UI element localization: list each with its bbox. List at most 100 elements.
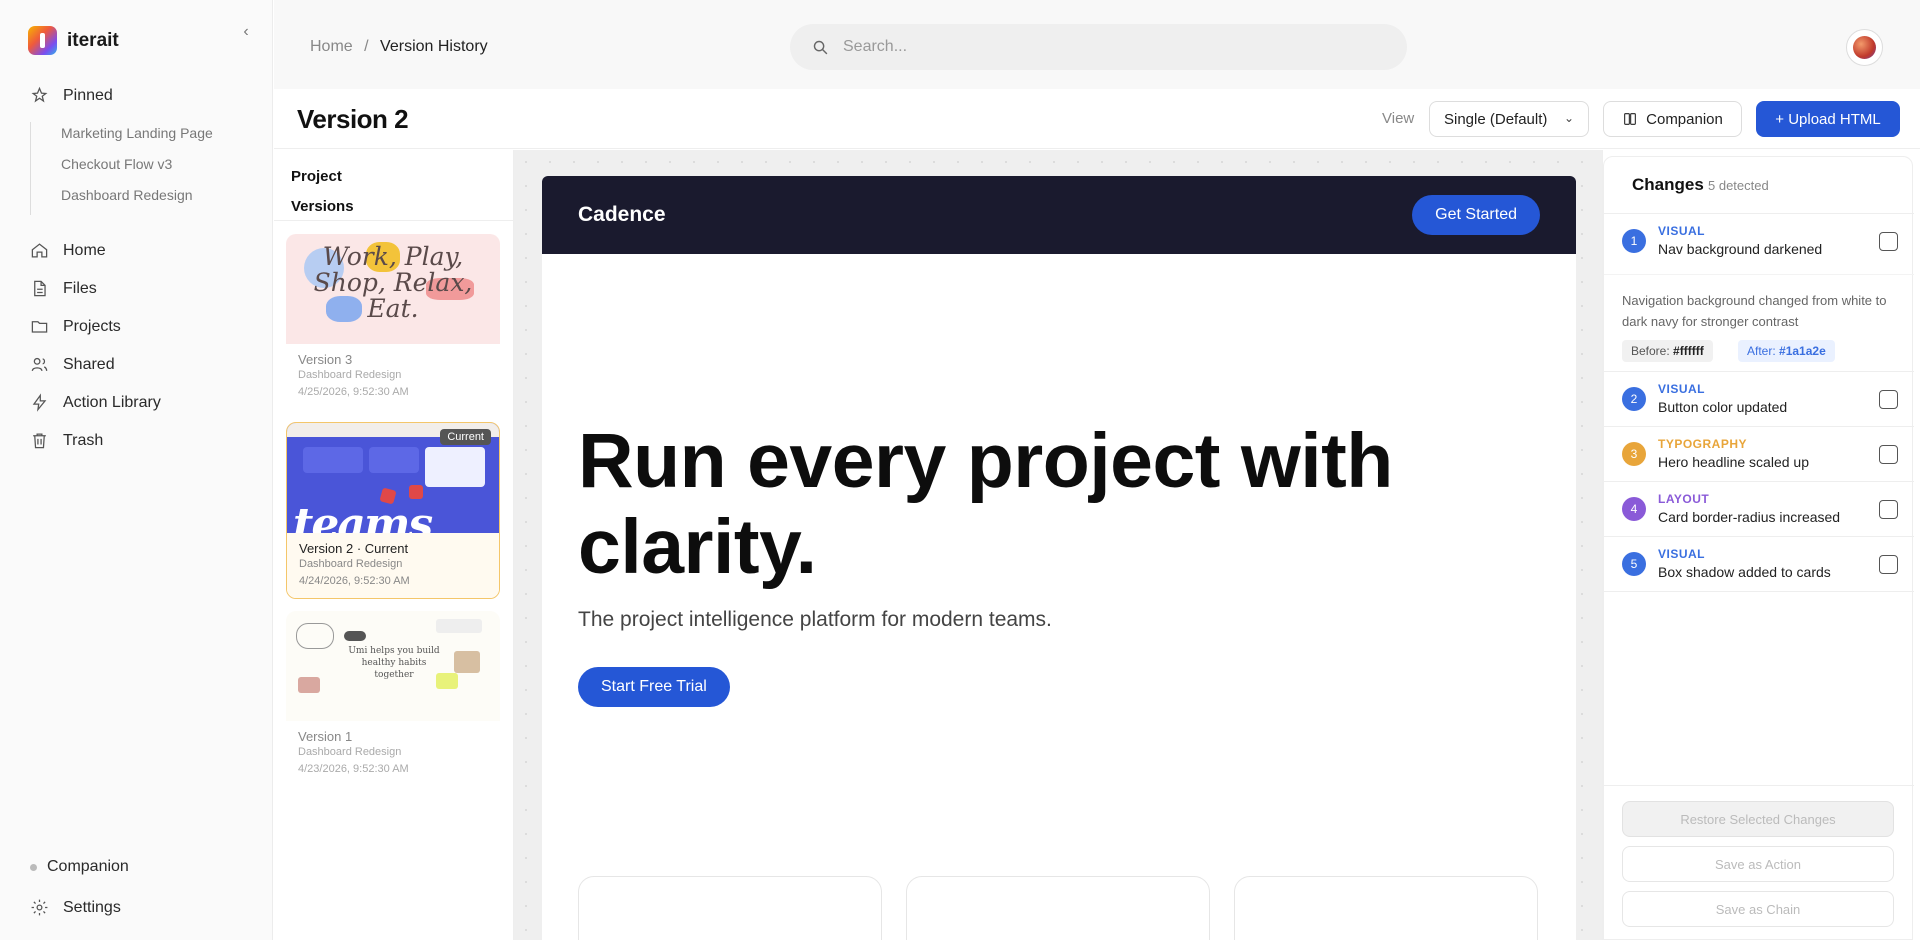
companion-button[interactable]: Companion bbox=[1603, 101, 1742, 137]
change-item[interactable]: 4 LAYOUT Card border-radius increased bbox=[1604, 482, 1914, 536]
breadcrumb-home[interactable]: Home bbox=[310, 38, 353, 55]
trash-icon bbox=[33, 433, 46, 449]
change-item[interactable]: 5 VISUAL Box shadow added to cards bbox=[1604, 537, 1914, 591]
app-name: iterait bbox=[67, 29, 119, 51]
version-date: 4/24/2026, 9:52:30 AM bbox=[299, 575, 410, 587]
change-checkbox[interactable] bbox=[1879, 500, 1898, 519]
restore-selected-button[interactable]: Restore Selected Changes bbox=[1622, 801, 1894, 837]
versions-panel: Project Versions Work, Play, Shop, Relax… bbox=[274, 150, 514, 940]
lightning-icon bbox=[32, 393, 47, 412]
divider bbox=[1604, 785, 1914, 786]
version-date: 4/23/2026, 9:52:30 AM bbox=[298, 763, 409, 775]
current-badge: Current bbox=[440, 429, 491, 445]
pinned-item[interactable]: Dashboard Redesign bbox=[61, 184, 213, 215]
sidebar-item-shared[interactable]: Shared bbox=[30, 355, 115, 374]
versions-heading: Project Versions bbox=[291, 162, 354, 222]
change-category: VISUAL bbox=[1658, 224, 1706, 238]
version-card-current[interactable]: teams Current Version 2 · Current Dashbo… bbox=[286, 422, 500, 599]
version-name: Version 3 bbox=[298, 352, 353, 367]
divider bbox=[274, 220, 514, 221]
sidebar-item-label: Action Library bbox=[63, 393, 161, 411]
sidebar-item-label: Settings bbox=[63, 898, 121, 916]
breadcrumb-current: Version History bbox=[380, 38, 488, 55]
upload-html-button[interactable]: + Upload HTML bbox=[1756, 101, 1900, 137]
view-mode-select[interactable]: Single (Default) ⌄ bbox=[1429, 101, 1589, 137]
status-dot-icon bbox=[30, 863, 37, 871]
sidebar-item-settings[interactable]: Settings bbox=[30, 898, 121, 917]
preview-card bbox=[1234, 876, 1538, 940]
sidebar-item-label: Files bbox=[63, 279, 97, 297]
version-name: Version 1 bbox=[298, 729, 353, 744]
version-thumbnail-text: Umi helps you build healthy habits toget… bbox=[348, 646, 440, 680]
change-item[interactable]: 2 VISUAL Button color updated bbox=[1604, 372, 1914, 426]
view-label: View bbox=[1382, 110, 1415, 127]
after-label: After: bbox=[1747, 344, 1776, 358]
change-checkbox[interactable] bbox=[1879, 390, 1898, 409]
change-checkbox[interactable] bbox=[1879, 232, 1898, 251]
before-value-tag: Before: #ffffff bbox=[1622, 340, 1713, 362]
before-value: #ffffff bbox=[1673, 344, 1704, 358]
sidebar: iterait ‹ Pinned Marketing Landing Page … bbox=[0, 0, 273, 940]
change-checkbox[interactable] bbox=[1879, 445, 1898, 464]
preview-headline: Run every project with clarity. bbox=[578, 418, 1393, 590]
users-icon bbox=[31, 357, 48, 372]
home-icon bbox=[31, 243, 48, 258]
preview-canvas: Cadence Get Started Run every project wi… bbox=[514, 150, 1602, 940]
version-card[interactable]: Work, Play, Shop, Relax, Eat. Version 3 … bbox=[286, 234, 500, 409]
title-row: Version 2 View Single (Default) ⌄ Compan… bbox=[274, 89, 1920, 149]
sidebar-item-label: Projects bbox=[63, 317, 121, 335]
search-input[interactable] bbox=[843, 38, 1363, 56]
top-bar: Home / Version History bbox=[274, 0, 1920, 89]
change-number: 1 bbox=[1622, 229, 1646, 253]
preview-card bbox=[906, 876, 1210, 940]
avatar-image bbox=[1853, 36, 1876, 59]
file-icon bbox=[34, 280, 46, 297]
version-thumbnail-text: Work, Play, Shop, Relax, Eat. bbox=[313, 242, 473, 323]
change-description: Navigation background changed from white… bbox=[1622, 293, 1887, 329]
brand[interactable]: iterait bbox=[28, 26, 119, 55]
version-thumbnail: teams Current bbox=[287, 423, 499, 533]
version-project: Dashboard Redesign bbox=[298, 746, 402, 758]
collapse-sidebar-chevron-icon[interactable]: ‹ bbox=[236, 22, 256, 42]
changes-count: 5 detected bbox=[1708, 178, 1769, 193]
search-icon bbox=[813, 40, 828, 54]
gear-icon bbox=[31, 899, 48, 916]
avatar[interactable] bbox=[1846, 29, 1883, 66]
columns-icon bbox=[1624, 113, 1637, 125]
save-as-action-button[interactable]: Save as Action bbox=[1622, 846, 1894, 882]
sidebar-item-files[interactable]: Files bbox=[30, 279, 97, 298]
change-number: 5 bbox=[1622, 552, 1646, 576]
pinned-item[interactable]: Marketing Landing Page bbox=[61, 122, 213, 153]
preview-get-started-button[interactable]: Get Started bbox=[1412, 195, 1540, 235]
change-category: VISUAL bbox=[1658, 382, 1706, 396]
preview-start-trial-button[interactable]: Start Free Trial bbox=[578, 667, 730, 707]
change-number: 2 bbox=[1622, 387, 1646, 411]
change-checkbox[interactable] bbox=[1879, 555, 1898, 574]
divider bbox=[1604, 591, 1914, 592]
pinned-item[interactable]: Checkout Flow v3 bbox=[61, 153, 213, 184]
search-bar[interactable] bbox=[790, 24, 1407, 70]
preview-subheadline: The project intelligence platform for mo… bbox=[578, 608, 1052, 631]
version-thumbnail: Umi helps you build healthy habits toget… bbox=[286, 611, 500, 721]
sidebar-item-trash[interactable]: Trash bbox=[30, 431, 103, 450]
version-project: Dashboard Redesign bbox=[299, 558, 403, 570]
versions-heading-line2: Versions bbox=[291, 198, 354, 215]
sidebar-item-label: Trash bbox=[63, 431, 104, 449]
sidebar-item-home[interactable]: Home bbox=[30, 241, 106, 260]
sidebar-item-companion[interactable]: Companion bbox=[30, 858, 129, 876]
save-as-chain-button[interactable]: Save as Chain bbox=[1622, 891, 1894, 927]
versions-heading-line1: Project bbox=[291, 168, 342, 185]
change-title: Box shadow added to cards bbox=[1658, 564, 1831, 580]
pin-icon bbox=[31, 86, 48, 103]
sidebar-item-action-library[interactable]: Action Library bbox=[30, 393, 161, 412]
sidebar-item-label: Companion bbox=[47, 858, 129, 875]
version-project: Dashboard Redesign bbox=[298, 369, 402, 381]
version-card[interactable]: Umi helps you build healthy habits toget… bbox=[286, 611, 500, 786]
change-item[interactable]: 3 TYPOGRAPHY Hero headline scaled up bbox=[1604, 427, 1914, 481]
pinned-section[interactable]: Pinned bbox=[30, 86, 113, 105]
page-title: Version 2 bbox=[297, 104, 409, 134]
change-item[interactable]: 1 VISUAL Nav background darkened bbox=[1604, 214, 1914, 268]
sidebar-item-projects[interactable]: Projects bbox=[30, 317, 121, 336]
version-thumbnail: Work, Play, Shop, Relax, Eat. bbox=[286, 234, 500, 344]
changes-heading: Changes bbox=[1632, 175, 1704, 194]
